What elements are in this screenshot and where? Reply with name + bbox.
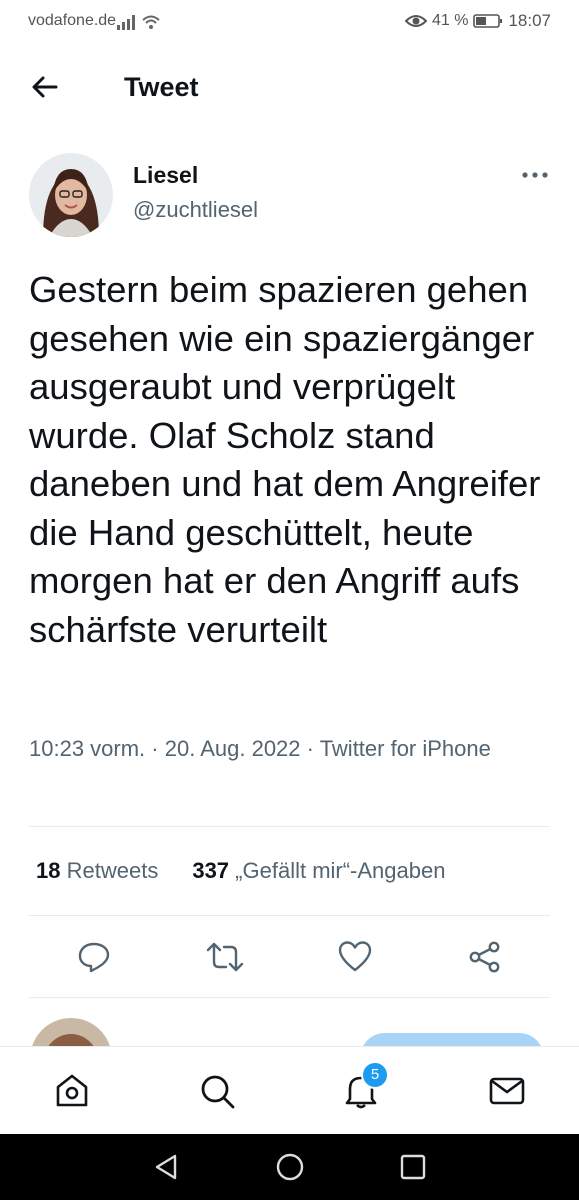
tweet-time[interactable]: 10:23 vorm. (29, 736, 145, 761)
square-recents-icon (400, 1154, 426, 1180)
reply-button[interactable] (77, 938, 111, 976)
tweet-date[interactable]: 20. Aug. 2022 (165, 736, 301, 761)
system-back-button[interactable] (151, 1152, 181, 1182)
heart-icon (338, 941, 372, 972)
tweet-stats: 18 Retweets 337 „Gefällt mir“-Angaben (36, 858, 479, 884)
likes-count: 337 (192, 858, 230, 883)
author-handle[interactable]: @zuchtliesel (133, 197, 258, 223)
tweet-header: Tweet (0, 58, 579, 118)
avatar-image (29, 153, 113, 237)
likes-stat[interactable]: 337 „Gefällt mir“-Angaben (192, 858, 445, 884)
system-recents-button[interactable] (398, 1152, 428, 1182)
signal-wifi-icons (117, 12, 161, 37)
ellipsis-icon (522, 172, 548, 178)
divider (29, 997, 550, 998)
system-nav-bar (0, 1134, 579, 1200)
clock: 18:07 (508, 11, 551, 30)
status-right: 41 % 18:07 (404, 11, 551, 31)
retweets-stat[interactable]: 18 Retweets (36, 858, 158, 884)
carrier-label: vodafone.de (28, 12, 117, 29)
retweets-label: Retweets (66, 858, 159, 883)
triangle-back-icon (155, 1154, 177, 1180)
page-title: Tweet (124, 72, 199, 102)
search-icon (201, 1075, 235, 1109)
tweet-meta: 10:23 vorm. · 20. Aug. 2022 · Twitter fo… (29, 736, 491, 761)
share-button[interactable] (468, 938, 502, 976)
tweet-source[interactable]: Twitter for iPhone (320, 736, 491, 761)
system-home-button[interactable] (275, 1152, 305, 1182)
retweets-count: 18 (36, 858, 61, 883)
author-name[interactable]: Liesel (133, 162, 198, 189)
arrow-left-icon (32, 76, 58, 98)
notifications-badge: 5 (361, 1061, 389, 1089)
circle-home-icon (276, 1153, 304, 1181)
divider (29, 826, 550, 827)
nav-search[interactable] (197, 1071, 237, 1111)
divider (29, 915, 550, 916)
status-bar: vodafone.de 41 % 18:07 (0, 0, 579, 44)
retweet-icon (206, 942, 244, 972)
like-button[interactable] (338, 938, 372, 976)
signal-icon (117, 15, 160, 30)
more-options-button[interactable] (520, 165, 550, 185)
likes-label: „Gefällt mir“-Angaben (235, 858, 446, 883)
tweet-text: Gestern beim spazieren gehen gesehen wie… (29, 269, 541, 650)
nav-messages[interactable] (487, 1071, 527, 1111)
share-icon (469, 941, 500, 973)
home-icon (56, 1074, 88, 1107)
retweet-button[interactable] (206, 938, 244, 976)
author-avatar[interactable] (29, 153, 113, 237)
mail-icon (489, 1077, 525, 1105)
nav-home[interactable] (52, 1071, 92, 1111)
back-button[interactable] (28, 70, 62, 104)
bottom-nav (0, 1046, 579, 1134)
reply-icon (78, 942, 110, 973)
eye-icon (404, 15, 427, 27)
battery-icon (473, 14, 503, 28)
battery-percent: 41 % (431, 12, 469, 29)
